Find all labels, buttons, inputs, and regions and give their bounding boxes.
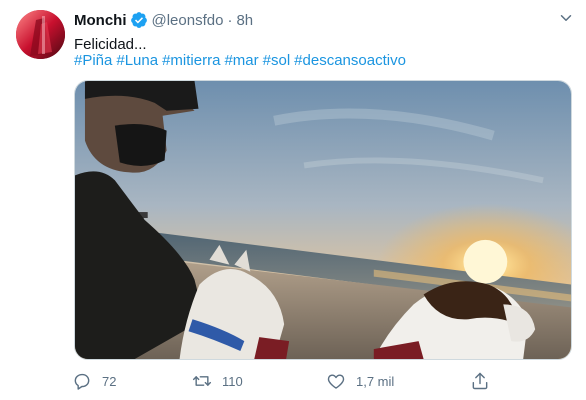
retweet-count: 110: [222, 373, 243, 389]
share-icon: [470, 371, 490, 391]
retweet-icon: [192, 371, 212, 391]
avatar-image: [16, 10, 65, 59]
reply-button[interactable]: 72: [72, 370, 116, 392]
hashtag-descansoactivo[interactable]: #descansoactivo: [294, 52, 406, 69]
hashtag-list: #Piña #Luna #mitierra #mar #sol #descansoacti…: [74, 52, 410, 70]
like-button[interactable]: 1,7 mil: [326, 370, 394, 392]
tweet-header: Monchi @leonsfdo · 8h: [74, 10, 253, 30]
tweet-actions: 72 110 1,7 mil: [72, 370, 502, 392]
hashtag-sol[interactable]: #sol: [263, 52, 291, 69]
hashtag-luna[interactable]: #Luna: [116, 52, 158, 69]
handle[interactable]: @leonsfdo: [152, 12, 224, 29]
tweet-photo[interactable]: [74, 80, 572, 360]
share-button[interactable]: [470, 370, 490, 392]
heart-icon: [326, 371, 346, 391]
verified-badge-icon: [130, 11, 148, 29]
hashtag-mitierra[interactable]: #mitierra: [162, 52, 220, 69]
retweet-button[interactable]: 110: [192, 370, 243, 392]
hashtag-mar[interactable]: #mar: [224, 52, 258, 69]
like-count: 1,7 mil: [356, 373, 395, 389]
reply-icon: [72, 371, 92, 391]
timestamp[interactable]: 8h: [236, 12, 253, 29]
display-name[interactable]: Monchi: [74, 12, 127, 29]
reply-count: 72: [102, 373, 117, 389]
separator-dot: ·: [227, 11, 233, 29]
hashtag-pina[interactable]: #Piña: [74, 52, 112, 69]
tweet[interactable]: Monchi @leonsfdo · 8h Felicidad... #Piña…: [0, 0, 586, 400]
avatar[interactable]: [16, 10, 65, 59]
beach-sunset-photo: [75, 81, 571, 359]
more-dots-icon[interactable]: [554, 6, 578, 30]
